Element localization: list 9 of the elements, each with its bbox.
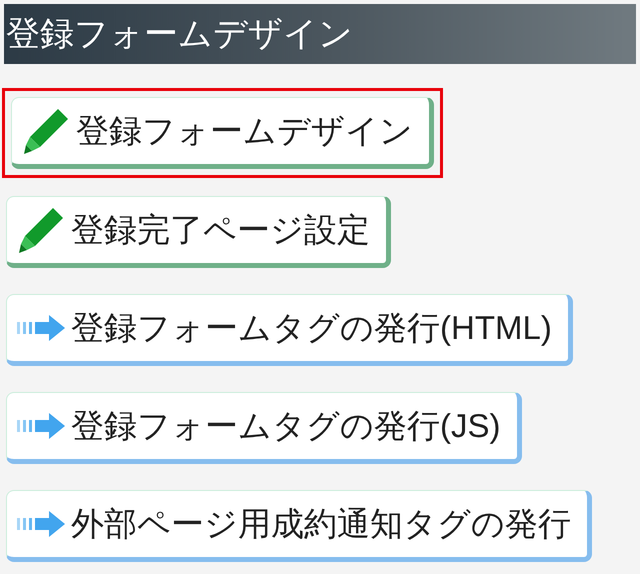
menu-button[interactable]: 登録フォームデザイン [11, 97, 434, 169]
menu-button[interactable]: 登録完了ページ設定 [6, 196, 391, 268]
arrow-icon [15, 312, 67, 344]
arrow-icon [15, 410, 67, 442]
menu-button[interactable]: 外部ページ用成約通知タグの発行 [6, 490, 592, 562]
menu-button[interactable]: 登録フォームタグの発行(JS) [6, 392, 522, 464]
arrow-icon [15, 508, 67, 540]
menu-button[interactable]: 登録フォームタグの発行(HTML) [6, 294, 573, 366]
page-title: 登録フォームデザイン [5, 17, 353, 51]
